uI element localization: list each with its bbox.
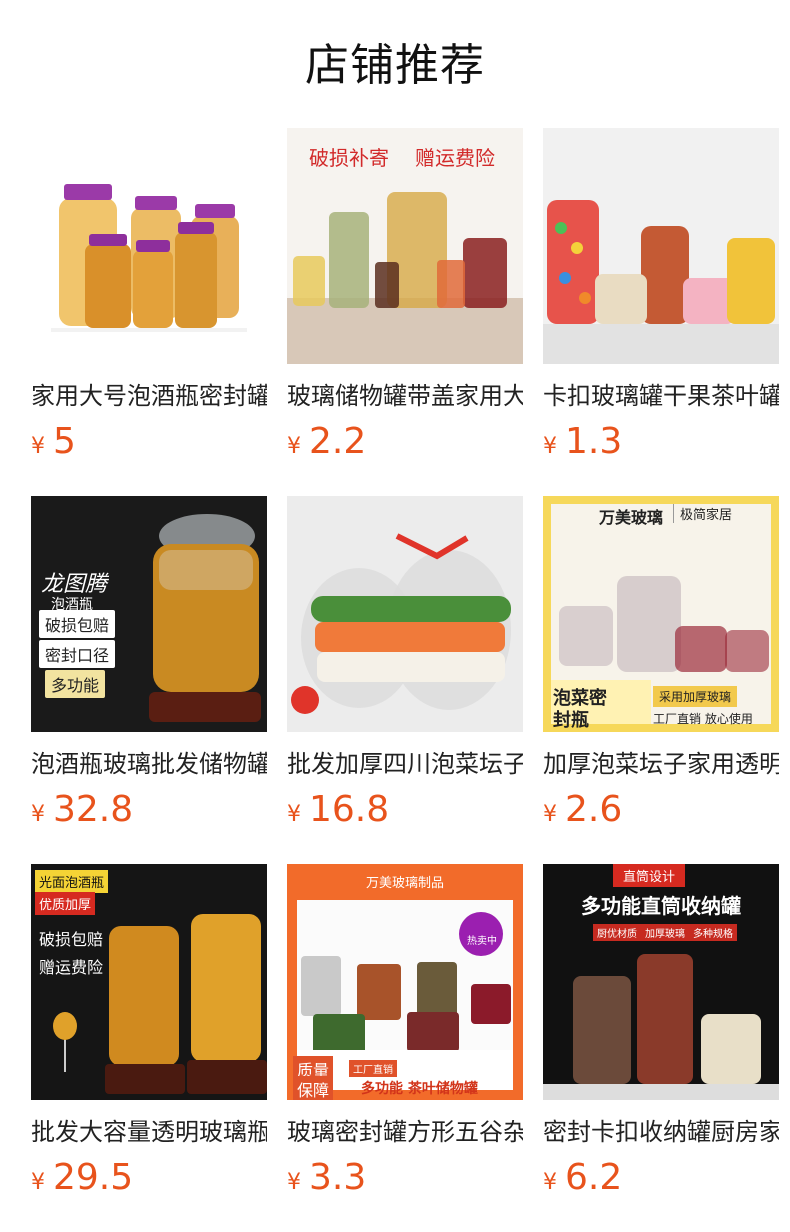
product-name[interactable]: 泡酒瓶玻璃批发储物罐: [31, 748, 267, 780]
product-card[interactable]: 龙图腾 泡酒瓶 破损包赔 密封口径 多功能 泡酒瓶玻璃批发储物罐 ¥32.8: [31, 496, 267, 830]
image-caption: 厨优材质: [593, 924, 641, 941]
product-image[interactable]: [543, 128, 779, 364]
product-price: ¥2.6: [543, 790, 779, 830]
product-card[interactable]: 卡扣玻璃罐干果茶叶罐 ¥1.3: [543, 128, 779, 462]
price-value: 2.6: [565, 789, 623, 830]
product-price: ¥1.3: [543, 422, 779, 462]
page-title: 店铺推荐: [305, 40, 485, 91]
image-caption: 多功能 茶叶储物罐: [361, 1081, 478, 1097]
image-caption: 极简家居: [673, 504, 732, 523]
currency-symbol: ¥: [543, 1170, 557, 1195]
product-image[interactable]: [31, 128, 267, 364]
product-name[interactable]: 加厚泡菜坛子家用透明: [543, 748, 779, 780]
product-name[interactable]: 家用大号泡酒瓶密封罐: [31, 380, 267, 412]
image-caption: 破损包赔: [39, 930, 104, 949]
image-caption: 保障: [293, 1076, 334, 1100]
image-caption: 多功能: [45, 670, 106, 698]
price-value: 1.3: [565, 421, 623, 462]
price-value: 32.8: [53, 789, 134, 830]
product-price: ¥32.8: [31, 790, 267, 830]
product-card[interactable]: 光面泡酒瓶 优质加厚 破损包赔 赠运费险 批发大容量透明玻璃瓶 ¥29.5: [31, 864, 267, 1198]
price-value: 2.2: [309, 421, 367, 462]
image-caption: 加厚玻璃: [641, 924, 689, 941]
product-card[interactable]: 万美玻璃 极简家居 泡菜密 封瓶 采用加厚玻璃 工厂直销 放心使用 加厚泡菜坛子…: [543, 496, 779, 830]
image-caption: 多功能直筒收纳罐: [581, 894, 741, 918]
price-value: 6.2: [565, 1157, 623, 1198]
product-image[interactable]: 光面泡酒瓶 优质加厚 破损包赔 赠运费险: [31, 864, 267, 1100]
image-caption: 赠运费险: [39, 958, 104, 977]
image-caption: 封瓶: [553, 710, 589, 731]
product-card[interactable]: 破损补寄 赠运费险 玻璃储物罐带盖家用大 ¥2.2: [287, 128, 523, 462]
product-price: ¥5: [31, 422, 267, 462]
image-caption: 优质加厚: [35, 892, 96, 915]
image-caption: 采用加厚玻璃: [653, 686, 738, 707]
currency-symbol: ¥: [31, 434, 45, 459]
product-card[interactable]: 家用大号泡酒瓶密封罐 ¥5: [31, 128, 267, 462]
product-image[interactable]: 万美玻璃制品 热卖中 质量 保障 工厂直销 多功能 茶叶储物罐: [287, 864, 523, 1100]
price-value: 16.8: [309, 789, 390, 830]
image-caption: 万美玻璃: [599, 508, 664, 527]
currency-symbol: ¥: [287, 1170, 301, 1195]
image-caption: 工厂直销: [349, 1060, 397, 1077]
image-caption: 多种规格: [689, 924, 737, 941]
product-name[interactable]: 批发大容量透明玻璃瓶: [31, 1116, 267, 1148]
product-image[interactable]: 破损补寄 赠运费险: [287, 128, 523, 364]
product-image[interactable]: 龙图腾 泡酒瓶 破损包赔 密封口径 多功能: [31, 496, 267, 732]
image-caption: 破损补寄: [309, 146, 389, 170]
image-caption: 工厂直销 放心使用: [653, 712, 753, 726]
currency-symbol: ¥: [31, 1170, 45, 1195]
product-price: ¥29.5: [31, 1158, 267, 1198]
product-price: ¥3.3: [287, 1158, 523, 1198]
image-caption: 热卖中: [467, 936, 497, 947]
image-caption: 万美玻璃制品: [365, 876, 444, 891]
product-image[interactable]: 万美玻璃 极简家居 泡菜密 封瓶 采用加厚玻璃 工厂直销 放心使用: [543, 496, 779, 732]
image-caption: 赠运费险: [415, 146, 495, 170]
product-name[interactable]: 玻璃储物罐带盖家用大: [287, 380, 523, 412]
product-price: ¥2.2: [287, 422, 523, 462]
product-image[interactable]: [287, 496, 523, 732]
price-value: 29.5: [53, 1157, 134, 1198]
product-name[interactable]: 玻璃密封罐方形五谷杂: [287, 1116, 523, 1148]
product-name[interactable]: 密封卡扣收纳罐厨房家: [543, 1116, 779, 1148]
currency-symbol: ¥: [543, 802, 557, 827]
image-caption: 破损包赔: [39, 610, 116, 638]
currency-symbol: ¥: [287, 434, 301, 459]
product-card[interactable]: 批发加厚四川泡菜坛子 ¥16.8: [287, 496, 523, 830]
image-caption: 密封口径: [39, 640, 116, 668]
price-value: 3.3: [309, 1157, 367, 1198]
product-price: ¥6.2: [543, 1158, 779, 1198]
price-value: 5: [53, 421, 76, 462]
currency-symbol: ¥: [31, 802, 45, 827]
image-caption: 直筒设计: [613, 864, 686, 887]
product-card[interactable]: 万美玻璃制品 热卖中 质量 保障 工厂直销 多功能 茶叶储物罐 玻璃密封罐方形五…: [287, 864, 523, 1198]
product-card[interactable]: 直筒设计 多功能直筒收纳罐 厨优材质 加厚玻璃 多种规格 密封卡扣收纳罐厨房家 …: [543, 864, 779, 1198]
currency-symbol: ¥: [287, 802, 301, 827]
product-price: ¥16.8: [287, 790, 523, 830]
product-name[interactable]: 卡扣玻璃罐干果茶叶罐: [543, 380, 779, 412]
image-caption: 光面泡酒瓶: [35, 870, 109, 893]
product-image[interactable]: 直筒设计 多功能直筒收纳罐 厨优材质 加厚玻璃 多种规格: [543, 864, 779, 1100]
product-name[interactable]: 批发加厚四川泡菜坛子: [287, 748, 523, 780]
currency-symbol: ¥: [543, 434, 557, 459]
